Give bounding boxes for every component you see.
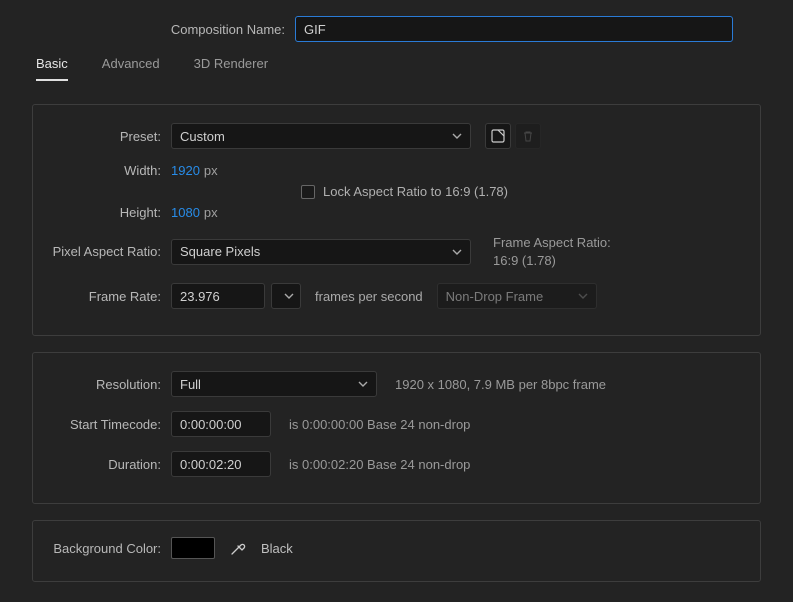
tab-bar: Basic Advanced 3D Renderer: [20, 56, 773, 82]
preset-label: Preset:: [37, 129, 171, 144]
frame-rate-value: 23.976: [180, 289, 220, 304]
chevron-down-icon: [452, 131, 462, 141]
tab-3d-renderer[interactable]: 3D Renderer: [194, 56, 268, 81]
frame-rate-unit: frames per second: [315, 289, 423, 304]
tab-advanced[interactable]: Advanced: [102, 56, 160, 81]
width-label: Width:: [37, 163, 171, 178]
start-timecode-value: 0:00:00:00: [180, 417, 241, 432]
width-value[interactable]: 1920: [171, 163, 200, 178]
save-preset-button[interactable]: [485, 123, 511, 149]
height-label: Height:: [37, 205, 171, 220]
lock-aspect-label: Lock Aspect Ratio to 16:9 (1.78): [323, 184, 508, 199]
frame-rate-input[interactable]: 23.976: [171, 283, 265, 309]
start-timecode-label: Start Timecode:: [37, 417, 171, 432]
frame-rate-stepper[interactable]: [271, 283, 301, 309]
frame-aspect-ratio-label: Frame Aspect Ratio:: [493, 234, 611, 252]
chevron-down-icon: [578, 291, 588, 301]
pixel-aspect-ratio-label: Pixel Aspect Ratio:: [37, 244, 171, 259]
width-unit: px: [204, 163, 218, 178]
tab-basic[interactable]: Basic: [36, 56, 68, 81]
resolution-label: Resolution:: [37, 377, 171, 392]
resolution-select[interactable]: Full: [171, 371, 377, 397]
pixel-aspect-ratio-value: Square Pixels: [180, 244, 260, 259]
height-unit: px: [204, 205, 218, 220]
drop-frame-value: Non-Drop Frame: [446, 289, 544, 304]
chevron-down-icon: [452, 247, 462, 257]
eyedropper-icon[interactable]: [229, 539, 247, 557]
resolution-info: 1920 x 1080, 7.9 MB per 8bpc frame: [395, 377, 606, 392]
frame-aspect-ratio-value: 16:9 (1.78): [493, 252, 611, 270]
lock-aspect-checkbox[interactable]: [301, 185, 315, 199]
duration-value: 0:00:02:20: [180, 457, 241, 472]
pixel-aspect-ratio-select[interactable]: Square Pixels: [171, 239, 471, 265]
height-value[interactable]: 1080: [171, 205, 200, 220]
start-timecode-input[interactable]: 0:00:00:00: [171, 411, 271, 437]
resolution-value: Full: [180, 377, 201, 392]
frame-rate-label: Frame Rate:: [37, 289, 171, 304]
start-timecode-info: is 0:00:00:00 Base 24 non-drop: [289, 417, 470, 432]
background-color-label: Background Color:: [37, 541, 171, 556]
composition-name-label: Composition Name:: [20, 22, 295, 37]
preset-select[interactable]: Custom: [171, 123, 471, 149]
duration-input[interactable]: 0:00:02:20: [171, 451, 271, 477]
duration-label: Duration:: [37, 457, 171, 472]
delete-preset-button: [515, 123, 541, 149]
chevron-down-icon: [358, 379, 368, 389]
background-color-swatch[interactable]: [171, 537, 215, 559]
preset-value: Custom: [180, 129, 225, 144]
drop-frame-select: Non-Drop Frame: [437, 283, 597, 309]
composition-name-input[interactable]: [295, 16, 733, 42]
background-color-name: Black: [261, 541, 293, 556]
chevron-down-icon: [284, 291, 294, 301]
duration-info: is 0:00:02:20 Base 24 non-drop: [289, 457, 470, 472]
